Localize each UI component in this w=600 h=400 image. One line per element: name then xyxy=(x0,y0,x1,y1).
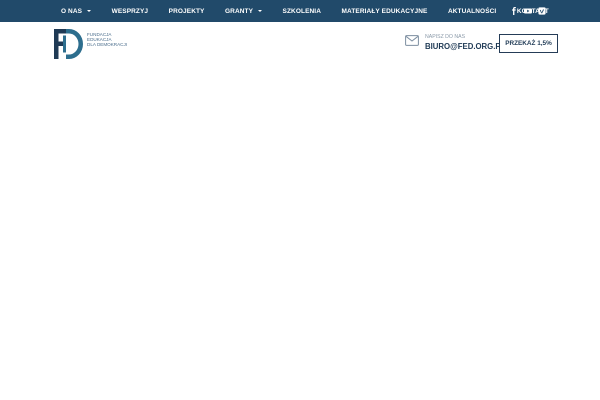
facebook-icon[interactable] xyxy=(509,7,518,16)
envelope-icon xyxy=(405,35,419,46)
site-logo[interactable]: FUNDACJA EDUKACJA DLA DEMOKRACJI xyxy=(53,28,133,60)
social-links xyxy=(504,0,546,22)
caret-down-icon xyxy=(258,10,263,12)
top-navigation-bar: O NAS WESPRZYJ PROJEKTY GRANTY SZKOLENIA… xyxy=(0,0,600,22)
contact-email-link[interactable]: BIURO@FED.ORG.PL xyxy=(425,42,505,51)
main-menu: O NAS WESPRZYJ PROJEKTY GRANTY SZKOLENIA… xyxy=(54,0,562,22)
contact-label: NAPISZ DO NAS xyxy=(425,34,466,40)
nav-item-label: O NAS xyxy=(61,7,83,15)
logo-wordmark: FUNDACJA EDUKACJA DLA DEMOKRACJI xyxy=(87,32,127,48)
nav-item-label: GRANTY xyxy=(225,7,254,15)
nav-item-label: PROJEKTY xyxy=(168,7,205,15)
vimeo-icon[interactable] xyxy=(537,7,546,16)
nav-item-materialy-edukacyjne[interactable]: MATERIAŁY EDUKACYJNE xyxy=(335,8,428,15)
nav-item-szkolenia[interactable]: SZKOLENIA xyxy=(276,8,321,15)
fed-logo-mark-icon xyxy=(54,29,83,59)
nav-item-label: SZKOLENIA xyxy=(282,7,322,15)
donate-button[interactable]: PRZEKAŻ 1,5% xyxy=(499,34,558,53)
nav-item-projekty[interactable]: PROJEKTY xyxy=(162,8,205,15)
nav-item-label: MATERIAŁY EDUKACYJNE xyxy=(341,7,428,15)
nav-item-o-nas[interactable]: O NAS xyxy=(54,7,92,15)
caret-down-icon xyxy=(87,10,92,12)
youtube-icon[interactable] xyxy=(523,7,532,16)
nav-item-wesprzyj[interactable]: WESPRZYJ xyxy=(105,8,149,15)
nav-item-aktualnosci[interactable]: AKTUALNOŚCI xyxy=(441,8,496,15)
nav-item-label: WESPRZYJ xyxy=(111,7,149,15)
nav-item-label: AKTUALNOŚCI xyxy=(447,7,497,15)
nav-item-granty[interactable]: GRANTY xyxy=(218,7,263,15)
logo-line-3: DLA DEMOKRACJI xyxy=(87,42,128,48)
